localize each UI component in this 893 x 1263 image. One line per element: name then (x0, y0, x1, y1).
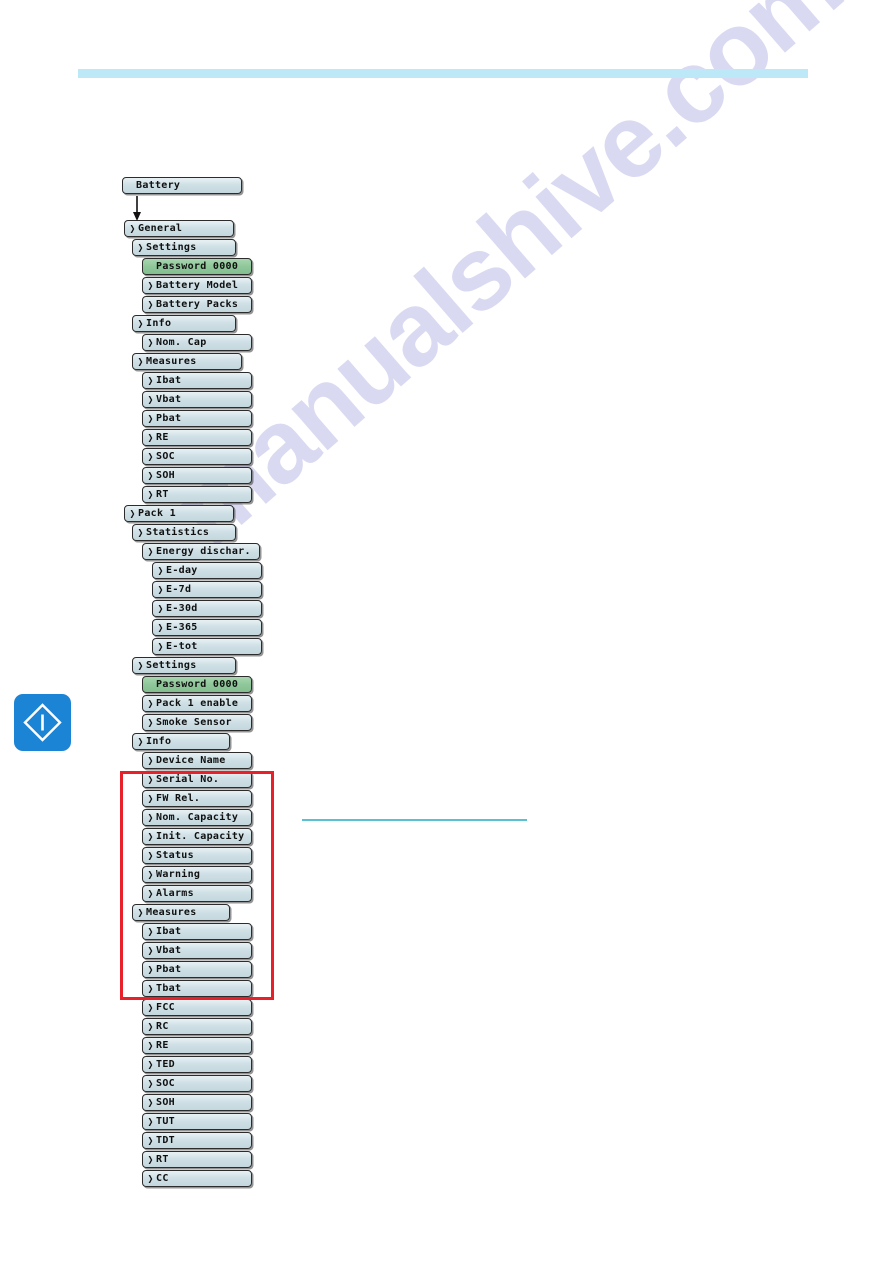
information-diamond-icon (14, 694, 71, 751)
root-connector-arrow (133, 196, 141, 221)
menu-tree-diagram: Battery ❯ General ❯ Settings Password 0000 ❯ Ba… (0, 0, 893, 1263)
manual-page: manualshive.com Battery ❯ General ❯ Settings… (0, 0, 893, 1263)
